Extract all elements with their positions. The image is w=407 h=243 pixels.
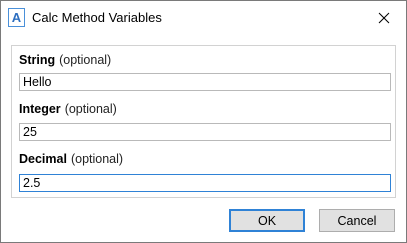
variables-panel: String(optional) Integer(optional) Decim… bbox=[11, 45, 396, 198]
decimal-label-name: Decimal bbox=[19, 152, 67, 166]
decimal-label-optional: (optional) bbox=[70, 152, 124, 166]
decimal-input[interactable] bbox=[19, 174, 391, 192]
close-button[interactable] bbox=[362, 1, 406, 34]
integer-input[interactable] bbox=[19, 123, 391, 141]
cancel-button-label: Cancel bbox=[337, 213, 377, 228]
decimal-field-label: Decimal (optional) bbox=[19, 152, 123, 166]
app-icon-letter: A bbox=[11, 10, 22, 25]
integer-label-optional: (optional) bbox=[64, 102, 117, 116]
integer-field-label: Integer (optional) bbox=[19, 102, 117, 116]
string-input[interactable] bbox=[19, 73, 391, 91]
close-icon bbox=[378, 12, 390, 23]
window-title: Calc Method Variables bbox=[32, 10, 162, 25]
integer-label-name: Integer bbox=[19, 102, 61, 116]
dialog-window: A Calc Method Variables String (optional)… bbox=[0, 0, 407, 243]
ok-button[interactable]: OK bbox=[229, 209, 305, 232]
string-label-optional: (optional) bbox=[59, 53, 112, 67]
string-field-label: String (optional) bbox=[19, 53, 111, 67]
title-bar[interactable]: A Calc Method Variables bbox=[1, 1, 406, 34]
string-label-name: String bbox=[19, 53, 56, 67]
ok-button-label: OK bbox=[257, 213, 277, 228]
cancel-button[interactable]: Cancel bbox=[319, 209, 395, 232]
app-icon: A bbox=[8, 8, 25, 27]
